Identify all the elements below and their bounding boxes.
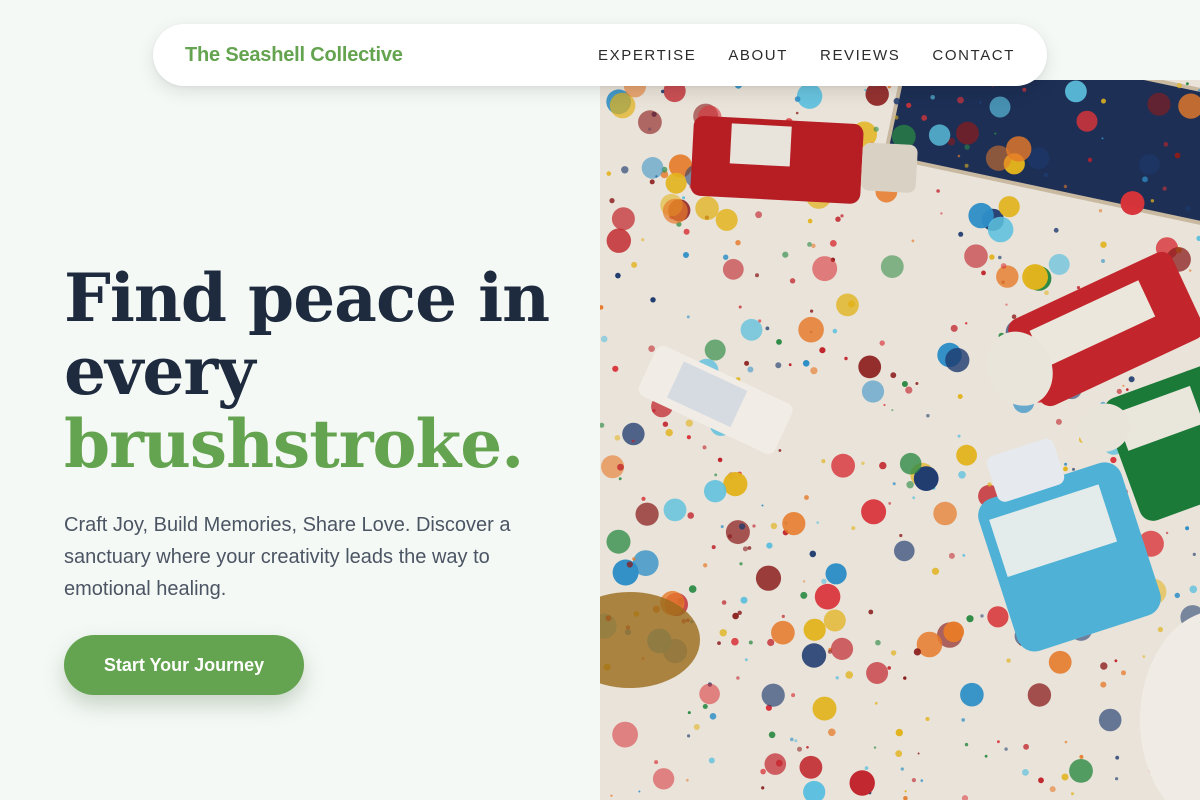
brand-logo-link[interactable]: The Seashell Collective [185,44,403,67]
nav-link-reviews[interactable]: REVIEWS [820,47,900,64]
headline-line-1: Find peace in [64,259,550,337]
nav-links: EXPERTISE ABOUT REVIEWS CONTACT [598,47,1015,64]
hero-headline: Find peace in every brushstroke. [64,262,564,481]
headline-accent: brushstroke. [64,405,524,483]
headline-line-2: every [64,332,255,410]
nav-link-expertise[interactable]: EXPERTISE [598,47,696,64]
nav-link-about[interactable]: ABOUT [728,47,788,64]
hero-subtext: Craft Joy, Build Memories, Share Love. D… [64,514,511,600]
hero-paint-splatter-image [600,80,1200,800]
landing-page: The Seashell Collective EXPERTISE ABOUT … [0,0,1200,800]
main-navbar: The Seashell Collective EXPERTISE ABOUT … [153,24,1047,86]
hero-section: Find peace in every brushstroke. Craft J… [64,262,564,695]
nav-link-contact[interactable]: CONTACT [932,47,1015,64]
start-journey-button[interactable]: Start Your Journey [64,635,304,695]
